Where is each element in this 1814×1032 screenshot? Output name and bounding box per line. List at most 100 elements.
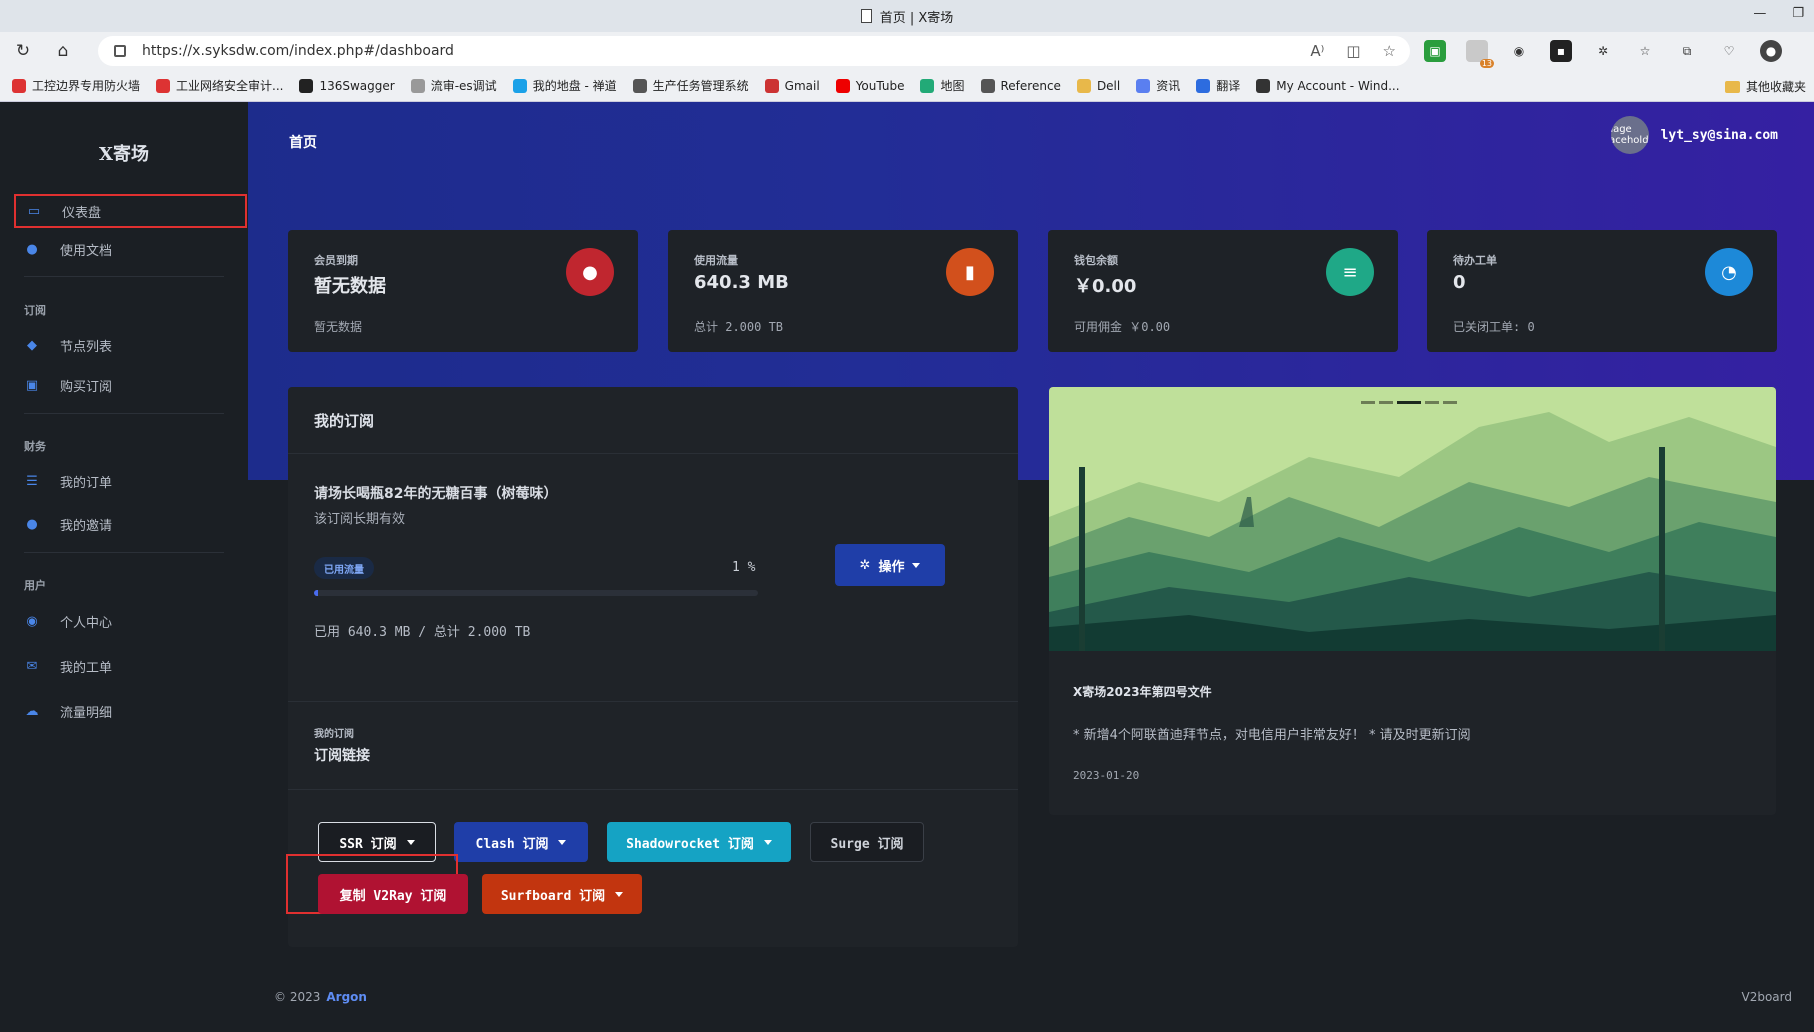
bookmark-item[interactable]: Dell	[1076, 78, 1120, 93]
monitor-icon: ▭	[27, 203, 41, 219]
sidebar-item-label: 购买订阅	[60, 379, 113, 395]
button-label: Surge 订阅	[830, 836, 904, 852]
usage-progress-fill	[314, 590, 319, 596]
bulb-icon: ●	[26, 241, 38, 257]
extension-badge: 13	[1479, 59, 1494, 68]
bookmark-favicon-icon	[1136, 78, 1151, 93]
bookmark-item[interactable]: 136Swagger	[299, 78, 395, 93]
favorite-star-icon[interactable]: ☆	[1383, 42, 1396, 60]
bookmark-label: 工业网络安全审计...	[176, 79, 284, 93]
divider	[288, 789, 1018, 790]
carousel-dot[interactable]	[1425, 401, 1439, 404]
bookmark-item[interactable]: 资讯	[1136, 77, 1180, 94]
sidebar-item-label: 我的订单	[60, 475, 113, 491]
brand-logo[interactable]: X寄场	[0, 140, 248, 166]
user-circle-icon: ◉	[26, 613, 38, 629]
footer-brand-link[interactable]: Argon	[326, 990, 367, 1004]
notice-card: X寄场2023年第四号文件 * 新增4个阿联酋迪拜节点，对电信用户非常友好！ *…	[1049, 387, 1776, 815]
sidebar-item-traffic[interactable]: ☁ 流量明细	[14, 694, 247, 728]
carousel-dot-active[interactable]	[1397, 401, 1421, 404]
user-menu[interactable]: Image Placeholder lyt_sy@sina.com	[1610, 116, 1778, 154]
collections-icon[interactable]: ⧉	[1676, 40, 1698, 62]
bookmark-item[interactable]: 流审-es调试	[410, 77, 497, 94]
extension-icon[interactable]: ▣	[1424, 40, 1446, 62]
notice-banner-image[interactable]	[1049, 387, 1776, 651]
page-title: 首页	[289, 135, 317, 151]
clash-subscribe-button[interactable]: Clash 订阅	[454, 822, 588, 862]
bookmark-favicon-icon	[835, 78, 850, 93]
surge-subscribe-button[interactable]: Surge 订阅	[810, 822, 924, 862]
spy-extension-icon[interactable]: ◉	[1508, 40, 1530, 62]
section-heading-finance: 财务	[24, 440, 46, 453]
sidebar-item-label: 我的邀请	[60, 518, 113, 534]
carousel-indicators	[1361, 401, 1457, 404]
bookmark-item[interactable]: 翻译	[1196, 77, 1240, 94]
sidebar-item-buy[interactable]: ▣ 购买订阅	[14, 368, 247, 402]
restore-icon[interactable]: ❐	[1792, 6, 1804, 21]
carousel-dot[interactable]	[1361, 401, 1375, 404]
profile-avatar-icon[interactable]: ●	[1760, 40, 1782, 62]
bookmark-label: Gmail	[784, 78, 820, 93]
chevron-down-icon	[912, 562, 921, 568]
minimize-icon[interactable]: —	[1753, 6, 1766, 21]
cloud-icon: ☁	[25, 703, 39, 719]
sidebar-item-invite[interactable]: ● 我的邀请	[14, 507, 247, 541]
notice-title: X寄场2023年第四号文件	[1073, 685, 1212, 699]
shadowrocket-subscribe-button[interactable]: Shadowrocket 订阅	[607, 822, 791, 862]
bookmark-item[interactable]: 我的地盘 - 禅道	[512, 77, 617, 94]
carousel-dot[interactable]	[1379, 401, 1393, 404]
sidebar-item-profile[interactable]: ◉ 个人中心	[14, 604, 247, 638]
split-screen-icon[interactable]: ◫	[1346, 42, 1360, 60]
stat-value: ￥0.00	[1074, 276, 1137, 297]
subscription-title: 我的订阅	[314, 412, 375, 430]
bookmark-item[interactable]: My Account - Wind...	[1256, 78, 1400, 93]
usage-percent: 1 %	[732, 560, 756, 575]
divider	[24, 413, 224, 414]
sidebar-item-tickets[interactable]: ✉ 我的工单	[14, 649, 247, 683]
read-aloud-icon[interactable]: A⁾	[1310, 42, 1324, 60]
extension-badge-icon[interactable]: 13	[1466, 40, 1494, 68]
plan-note: 该订阅长期有效	[314, 512, 406, 527]
stat-sub: 暂无数据	[314, 320, 363, 334]
copy-v2ray-button[interactable]: 复制 V2Ray 订阅	[318, 874, 468, 914]
bookmark-favicon-icon	[1076, 78, 1091, 93]
sidebar-item-dashboard[interactable]: ▭ 仪表盘	[14, 194, 247, 228]
sidebar-item-label: 节点列表	[60, 339, 113, 355]
operations-button[interactable]: ✲ 操作	[835, 544, 945, 586]
carousel-dot[interactable]	[1443, 401, 1457, 404]
home-icon[interactable]: ⌂	[52, 40, 74, 62]
usage-text: 已用 640.3 MB / 总计 2.000 TB	[314, 625, 531, 640]
bookmark-item[interactable]: Reference	[980, 78, 1061, 93]
sidebar-item-orders[interactable]: ☰ 我的订单	[14, 464, 247, 498]
bookmark-favicon-icon	[1256, 78, 1271, 93]
subscription-card: 我的订阅 请场长喝瓶82年的无糖百事（树莓味） 该订阅长期有效 已用流量 1 %…	[286, 387, 1018, 947]
stat-label: 会员到期	[314, 254, 358, 267]
bookmark-item[interactable]: 生产任务管理系统	[632, 77, 749, 94]
other-bookmarks[interactable]: 其他收藏夹	[1724, 78, 1806, 95]
url-actions: A⁾ ◫ ☆	[1310, 42, 1396, 60]
stat-label: 使用流量	[694, 254, 738, 267]
bookmark-item[interactable]: Gmail	[764, 78, 820, 93]
notification-extension-icon[interactable]: ▪	[1550, 40, 1572, 62]
extensions-puzzle-icon[interactable]: ✲	[1592, 40, 1614, 62]
refresh-icon[interactable]: ↻	[12, 40, 34, 62]
surfboard-subscribe-button[interactable]: Surfboard 订阅	[482, 874, 642, 914]
document-icon	[860, 9, 872, 23]
sidebar-item-docs[interactable]: ● 使用文档	[14, 232, 247, 266]
sidebar-item-nodes[interactable]: ◆ 节点列表	[14, 328, 247, 362]
bookmark-item[interactable]: 工控边界专用防火墙	[12, 77, 140, 94]
list-icon: ☰	[26, 473, 38, 489]
gear-icon: ✲	[859, 557, 871, 573]
bookmark-label: YouTube	[855, 78, 905, 93]
link-title: 订阅链接	[314, 748, 370, 764]
favorites-icon[interactable]: ☆	[1634, 40, 1656, 62]
stat-card-tickets: 待办工单 0 已关闭工单: 0 ◔	[1427, 230, 1777, 352]
url-field[interactable]: https://x.syksdw.com/index.php#/dashboar…	[98, 36, 1410, 66]
bookmark-item[interactable]: 工业网络安全审计...	[156, 77, 283, 94]
chevron-down-icon	[763, 839, 772, 845]
stat-card-membership: 会员到期 暂无数据 暂无数据 ●	[288, 230, 638, 352]
sidebar-item-label: 使用文档	[60, 243, 113, 259]
bookmark-item[interactable]: 地图	[920, 77, 965, 94]
performance-icon[interactable]: ♡	[1718, 40, 1740, 62]
bookmark-item[interactable]: YouTube	[835, 78, 905, 93]
